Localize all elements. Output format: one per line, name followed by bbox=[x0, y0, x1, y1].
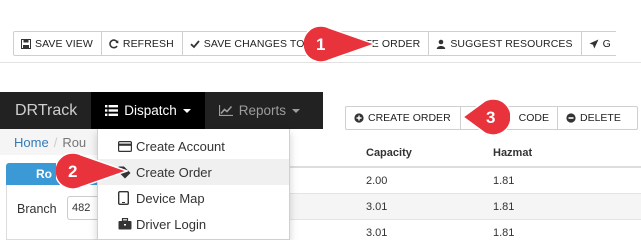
save-changes-label: SAVE CHANGES TO bbox=[203, 37, 305, 50]
menu-item-label: Create Order bbox=[136, 164, 212, 180]
nav-reports-label: Reports bbox=[238, 103, 287, 118]
nav-dispatch[interactable]: Dispatch bbox=[91, 92, 205, 129]
floppy-disk-icon bbox=[21, 38, 31, 49]
save-view-label: SAVE VIEW bbox=[35, 37, 93, 50]
menu-item-label: Device Map bbox=[136, 190, 205, 206]
breadcrumb-current: Rou bbox=[62, 134, 87, 150]
breadcrumb: Home / Rou bbox=[0, 129, 100, 155]
refresh-button[interactable]: REFRESH bbox=[101, 31, 183, 56]
briefcase-icon bbox=[118, 218, 134, 230]
cell-hazmat: 1.81 bbox=[493, 174, 515, 187]
orders-table: Capacity Hazmat 2.00 1.81 3.01 1.81 3.01… bbox=[290, 139, 641, 240]
callout-pin-icon bbox=[304, 26, 376, 62]
suggest-resources-button[interactable]: SUGGEST RESOURCES bbox=[429, 31, 582, 56]
branch-label: Branch bbox=[17, 202, 57, 216]
nav-dispatch-label: Dispatch bbox=[124, 103, 177, 118]
create-order-button-grid[interactable]: CREATE ORDER bbox=[345, 106, 461, 130]
cell-hazmat: 1.81 bbox=[493, 226, 515, 239]
refresh-icon bbox=[109, 38, 119, 49]
navbar: DRTrack Dispatch Reports bbox=[0, 92, 323, 129]
chart-icon bbox=[218, 105, 233, 116]
callout-number: 3 bbox=[486, 108, 496, 127]
breadcrumb-separator: / bbox=[53, 134, 58, 150]
save-changes-button[interactable]: SAVE CHANGES TO bbox=[182, 31, 314, 56]
callout-1: 1 bbox=[304, 26, 376, 62]
table-row[interactable]: 2.00 1.81 bbox=[290, 168, 641, 194]
delete-button[interactable]: DELETE bbox=[558, 106, 638, 130]
truncated-toolbar-button[interactable]: G bbox=[581, 31, 616, 56]
cell-capacity: 3.01 bbox=[366, 226, 388, 239]
suggest-resources-label: SUGGEST RESOURCES bbox=[450, 37, 573, 50]
create-order-label-grid: CREATE ORDER bbox=[368, 112, 451, 124]
menu-item-label: Create Account bbox=[136, 138, 225, 154]
column-header-capacity[interactable]: Capacity bbox=[290, 147, 417, 159]
callout-number: 2 bbox=[68, 162, 78, 181]
menu-item-label: Driver Login bbox=[136, 216, 207, 232]
minus-circle-icon bbox=[566, 113, 576, 123]
tablet-icon bbox=[118, 191, 134, 205]
branch-input[interactable]: 482 bbox=[67, 196, 99, 220]
user-icon bbox=[436, 39, 446, 49]
chevron-down-icon bbox=[182, 108, 191, 113]
check-icon bbox=[190, 39, 200, 49]
column-header-hazmat[interactable]: Hazmat bbox=[417, 147, 567, 159]
cell-capacity: 3.01 bbox=[366, 200, 388, 213]
chevron-down-icon bbox=[292, 108, 301, 113]
menu-item-driver-login[interactable]: Driver Login bbox=[98, 211, 289, 237]
plus-circle-icon bbox=[354, 113, 364, 123]
brand-logo[interactable]: DRTrack bbox=[0, 92, 91, 129]
table-header: Capacity Hazmat bbox=[290, 139, 641, 168]
refresh-label: REFRESH bbox=[122, 37, 174, 50]
code-label: CODE bbox=[518, 112, 549, 124]
delete-label: DELETE bbox=[580, 112, 621, 124]
send-icon bbox=[589, 39, 599, 49]
list-icon bbox=[105, 105, 119, 116]
callout-pin-icon bbox=[56, 153, 128, 189]
table-row[interactable]: 3.01 1.81 bbox=[290, 220, 641, 240]
breadcrumb-home-link[interactable]: Home bbox=[14, 135, 49, 150]
callout-number: 1 bbox=[316, 35, 326, 54]
truncated-button-label: G bbox=[602, 37, 611, 50]
callout-2: 2 bbox=[56, 153, 128, 189]
save-view-button[interactable]: SAVE VIEW bbox=[13, 31, 102, 56]
credit-card-icon bbox=[118, 140, 134, 152]
callout-3: 3 bbox=[462, 99, 510, 135]
table-row[interactable]: 3.01 1.81 bbox=[290, 194, 641, 220]
cell-capacity: 2.00 bbox=[366, 174, 388, 187]
nav-reports[interactable]: Reports bbox=[205, 92, 314, 129]
cell-hazmat: 1.81 bbox=[493, 200, 515, 213]
